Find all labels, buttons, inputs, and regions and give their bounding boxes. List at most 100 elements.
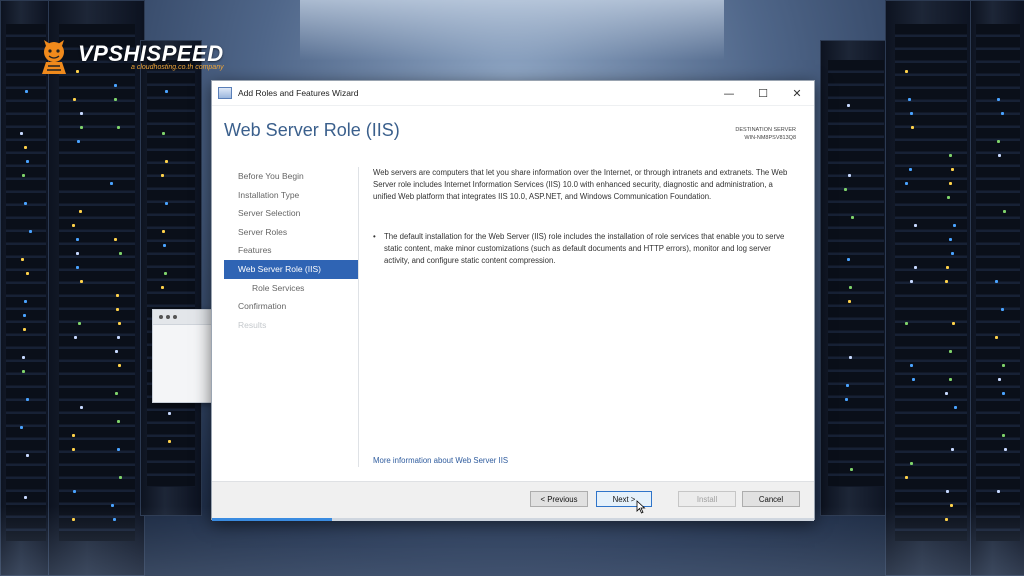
maximize-button[interactable]: ☐: [746, 81, 780, 105]
rack-led: [161, 174, 164, 177]
rack-led: [114, 84, 117, 87]
rack-led: [998, 378, 1001, 381]
rack-led: [161, 286, 164, 289]
rack-led: [24, 202, 27, 205]
rack-led: [910, 364, 913, 367]
rack-led: [76, 266, 79, 269]
rack-led: [1001, 112, 1004, 115]
rack-led: [80, 126, 83, 129]
rack-led: [851, 216, 854, 219]
destination-server-info: DESTINATION SERVER WIN-NM8PSV813Q8: [735, 126, 796, 142]
rack-led: [26, 398, 29, 401]
server-rack: [0, 0, 52, 576]
rack-led: [953, 224, 956, 227]
rack-led: [116, 308, 119, 311]
server-rack: [885, 0, 977, 576]
nav-divider: [358, 167, 359, 467]
rack-led: [945, 392, 948, 395]
nav-step-server-selection[interactable]: Server Selection: [224, 204, 358, 223]
rack-led: [847, 104, 850, 107]
background-window: [152, 309, 214, 403]
progress-fill: [212, 518, 333, 521]
rack-led: [29, 230, 32, 233]
rack-led: [165, 202, 168, 205]
window-titlebar: Add Roles and Features Wizard — ☐ ✕: [212, 81, 814, 106]
server-rack: [140, 40, 202, 516]
rack-led: [910, 462, 913, 465]
rack-led: [997, 98, 1000, 101]
rack-led: [116, 294, 119, 297]
rack-led: [951, 168, 954, 171]
logo-wordmark: VPSHISPEED: [78, 40, 224, 66]
rack-led: [946, 490, 949, 493]
rack-led: [80, 112, 83, 115]
rack-led: [117, 420, 120, 423]
rack-led: [113, 518, 116, 521]
intro-text: Web servers are computers that let you s…: [373, 168, 788, 201]
more-info-link[interactable]: More information about Web Server IIS: [373, 456, 508, 465]
rack-led: [162, 230, 165, 233]
rack-led: [949, 238, 952, 241]
wizard-footer: < Previous Next > Install Cancel: [212, 481, 814, 521]
rack-led: [908, 98, 911, 101]
rack-led: [114, 98, 117, 101]
rack-led: [76, 238, 79, 241]
rack-led: [909, 168, 912, 171]
rack-led: [947, 196, 950, 199]
nav-step-installation-type[interactable]: Installation Type: [224, 186, 358, 205]
rack-led: [26, 272, 29, 275]
rack-led: [117, 448, 120, 451]
content-panel: Web servers are computers that let you s…: [373, 167, 793, 267]
minimize-icon: —: [723, 86, 735, 100]
rack-led: [20, 132, 23, 135]
nav-step-features[interactable]: Features: [224, 241, 358, 260]
rack-led: [79, 210, 82, 213]
rack-led: [1002, 364, 1005, 367]
rack-led: [997, 140, 1000, 143]
nav-step-before-you-begin[interactable]: Before You Begin: [224, 167, 358, 186]
rack-led: [168, 440, 171, 443]
add-roles-features-wizard: Add Roles and Features Wizard — ☐ ✕ Web …: [211, 80, 815, 521]
rack-led: [117, 126, 120, 129]
rack-led: [164, 272, 167, 275]
rack-led: [22, 174, 25, 177]
rack-led: [20, 426, 23, 429]
ceiling-light: [300, 0, 724, 60]
rack-led: [995, 280, 998, 283]
nav-step-role-services[interactable]: Role Services: [224, 279, 358, 298]
rack-led: [1003, 210, 1006, 213]
rack-led: [72, 518, 75, 521]
rack-led: [72, 448, 75, 451]
close-button[interactable]: ✕: [780, 81, 814, 105]
maximize-icon: ☐: [758, 86, 768, 100]
rack-led: [847, 258, 850, 261]
rack-led: [119, 476, 122, 479]
rack-led: [74, 336, 77, 339]
page-title: Web Server Role (IIS): [224, 120, 400, 140]
rack-led: [24, 146, 27, 149]
minimize-button[interactable]: —: [712, 81, 746, 105]
server-rack: [48, 0, 145, 576]
nav-step-server-roles[interactable]: Server Roles: [224, 223, 358, 242]
cancel-button[interactable]: Cancel: [742, 491, 800, 507]
rack-led: [951, 252, 954, 255]
rack-led: [162, 132, 165, 135]
rack-led: [911, 126, 914, 129]
install-button[interactable]: Install: [678, 491, 736, 507]
rack-led: [951, 448, 954, 451]
progress-bar: [212, 518, 814, 521]
nav-step-confirmation[interactable]: Confirmation: [224, 297, 358, 316]
rack-led: [949, 154, 952, 157]
rack-led: [849, 286, 852, 289]
bullet-text: The default installation for the Web Ser…: [384, 232, 785, 265]
rack-led: [848, 174, 851, 177]
rack-led: [78, 322, 81, 325]
mouse-cursor-icon: [636, 500, 646, 514]
previous-button[interactable]: < Previous: [530, 491, 588, 507]
nav-step-results: Results: [238, 319, 267, 330]
rack-led: [914, 224, 917, 227]
close-icon: ✕: [792, 86, 802, 100]
vpshispeed-logo: VPSHISPEED a cloudhosting.co.th company: [36, 38, 224, 76]
nav-step-web-server-role-iis[interactable]: Web Server Role (IIS): [224, 259, 358, 279]
rack-led: [23, 328, 26, 331]
